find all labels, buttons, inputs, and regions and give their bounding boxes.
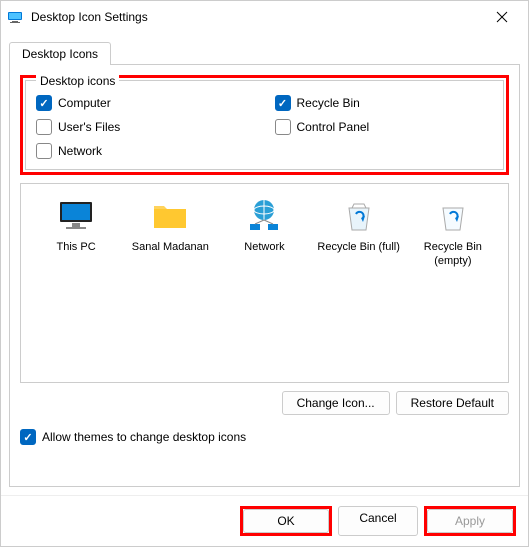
- recyclebin-full-icon: [339, 196, 379, 236]
- icon-label: Recycle Bin (empty): [410, 240, 495, 269]
- tab-strip: Desktop Icons: [1, 33, 528, 64]
- folder-icon: [150, 196, 190, 236]
- checkbox-row-computer: Computer: [36, 95, 255, 111]
- checkbox-recyclebin[interactable]: [275, 95, 291, 111]
- cancel-button[interactable]: Cancel: [338, 506, 418, 536]
- checkbox-row-network: Network: [36, 143, 255, 159]
- icon-item-thispc[interactable]: This PC: [34, 196, 119, 269]
- monitor-icon: [56, 196, 96, 236]
- desktop-icons-fieldset: Desktop icons Computer Recycle Bin User'…: [25, 80, 504, 170]
- tab-content: Desktop icons Computer Recycle Bin User'…: [9, 64, 520, 487]
- dialog-window: Desktop Icon Settings Desktop Icons Desk…: [0, 0, 529, 547]
- close-icon: [496, 11, 508, 23]
- window-title: Desktop Icon Settings: [31, 10, 482, 24]
- icon-item-recyclebin-full[interactable]: Recycle Bin (full): [316, 196, 401, 269]
- icon-label: Recycle Bin (full): [317, 240, 400, 254]
- highlight-box-apply: Apply: [424, 506, 516, 536]
- icon-button-row: Change Icon... Restore Default: [20, 391, 509, 415]
- checkbox-label: Recycle Bin: [297, 96, 360, 110]
- checkbox-label: Computer: [58, 96, 111, 110]
- icon-item-userfolder[interactable]: Sanal Madanan: [128, 196, 213, 269]
- icon-label: Network: [244, 240, 284, 254]
- app-icon: [7, 9, 23, 25]
- network-icon: [244, 196, 284, 236]
- allow-themes-row: Allow themes to change desktop icons: [20, 429, 509, 445]
- highlight-box-checkboxes: Desktop icons Computer Recycle Bin User'…: [20, 75, 509, 175]
- icon-preview-panel: This PC Sanal Madanan Network: [20, 183, 509, 383]
- change-icon-button[interactable]: Change Icon...: [282, 391, 390, 415]
- checkbox-row-controlpanel: Control Panel: [275, 119, 494, 135]
- allow-themes-label: Allow themes to change desktop icons: [42, 430, 246, 444]
- restore-default-button[interactable]: Restore Default: [396, 391, 509, 415]
- checkbox-label: User's Files: [58, 120, 120, 134]
- titlebar: Desktop Icon Settings: [1, 1, 528, 33]
- icon-item-network[interactable]: Network: [222, 196, 307, 269]
- checkbox-label: Control Panel: [297, 120, 370, 134]
- checkbox-usersfiles[interactable]: [36, 119, 52, 135]
- recyclebin-empty-icon: [433, 196, 473, 236]
- highlight-box-ok: OK: [240, 506, 332, 536]
- checkbox-network[interactable]: [36, 143, 52, 159]
- icon-item-recyclebin-empty[interactable]: Recycle Bin (empty): [410, 196, 495, 269]
- checkbox-grid: Computer Recycle Bin User's Files Contro…: [36, 95, 493, 159]
- checkbox-allow-themes[interactable]: [20, 429, 36, 445]
- close-button[interactable]: [482, 2, 522, 32]
- fieldset-legend: Desktop icons: [36, 74, 119, 88]
- checkbox-controlpanel[interactable]: [275, 119, 291, 135]
- icon-label: Sanal Madanan: [132, 240, 209, 254]
- icon-label: This PC: [57, 240, 96, 254]
- checkbox-row-recyclebin: Recycle Bin: [275, 95, 494, 111]
- ok-button[interactable]: OK: [243, 509, 329, 533]
- apply-button[interactable]: Apply: [427, 509, 513, 533]
- checkbox-row-usersfiles: User's Files: [36, 119, 255, 135]
- tab-desktop-icons[interactable]: Desktop Icons: [9, 42, 111, 65]
- checkbox-computer[interactable]: [36, 95, 52, 111]
- checkbox-label: Network: [58, 144, 102, 158]
- dialog-button-row: OK Cancel Apply: [1, 495, 528, 546]
- icon-grid: This PC Sanal Madanan Network: [29, 196, 500, 269]
